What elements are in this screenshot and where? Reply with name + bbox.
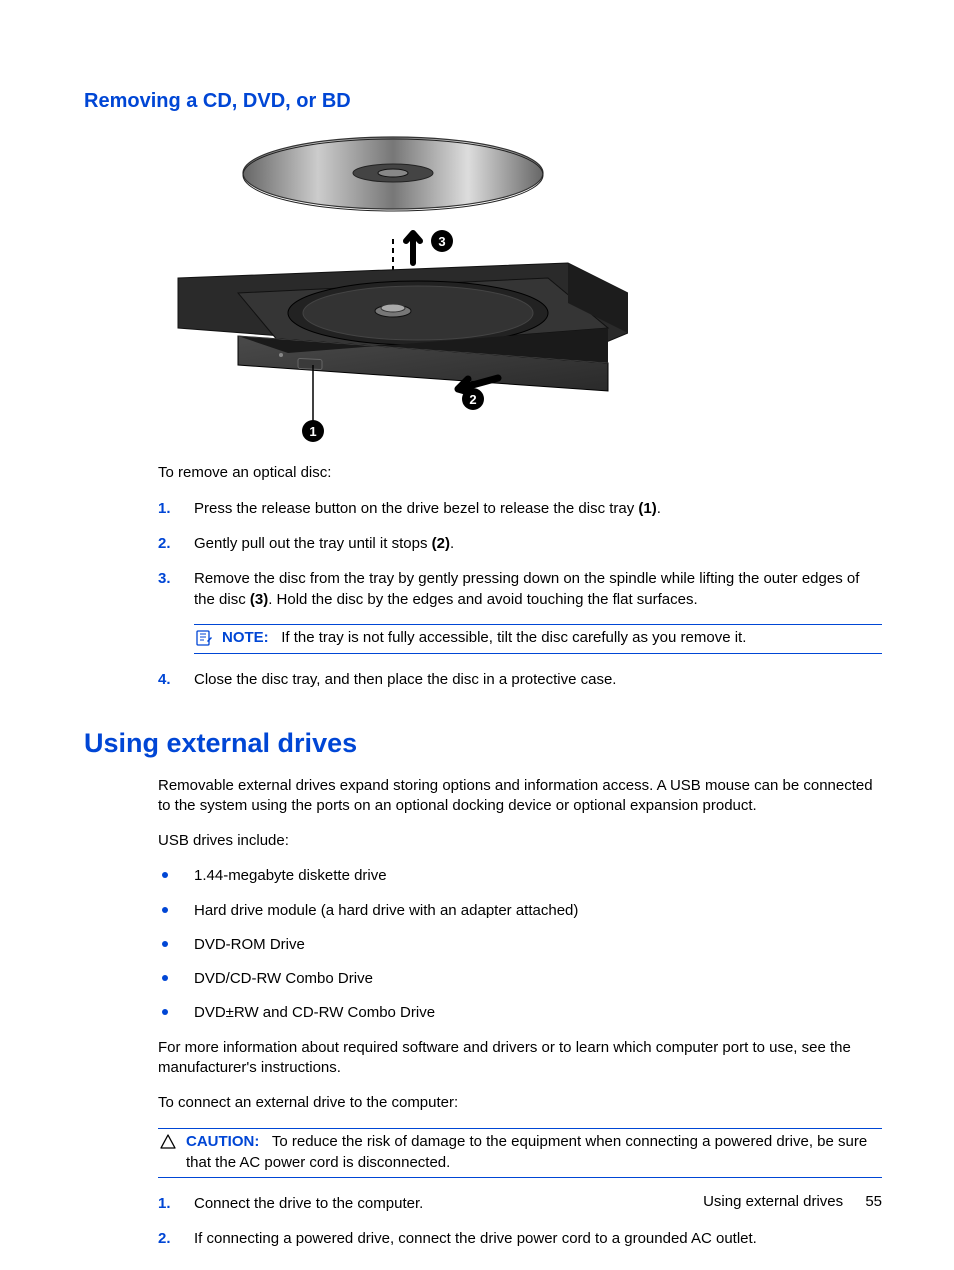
intro-text: To remove an optical disc: — [158, 463, 882, 483]
list-item: 1.44-megabyte diskette drive — [158, 866, 882, 886]
note-icon — [194, 628, 214, 648]
step-1: Press the release button on the drive be… — [158, 498, 882, 519]
list-item: DVD-ROM Drive — [158, 935, 882, 955]
external-para1: Removable external drives expand storing… — [158, 776, 882, 817]
step-4: Close the disc tray, and then place the … — [158, 669, 882, 690]
page-number: 55 — [865, 1193, 882, 1210]
external-para4: To connect an external drive to the comp… — [158, 1093, 882, 1113]
svg-text:1: 1 — [309, 424, 316, 439]
note-label: NOTE: — [222, 629, 269, 646]
list-item: Hard drive module (a hard drive with an … — [158, 901, 882, 921]
note-box: NOTE: If the tray is not fully accessibl… — [194, 624, 882, 653]
external-para3: For more information about required soft… — [158, 1038, 882, 1079]
caution-label: CAUTION: — [186, 1133, 259, 1150]
note-text: If the tray is not fully accessible, til… — [281, 629, 746, 646]
caution-icon — [158, 1132, 178, 1152]
step-2: Gently pull out the tray until it stops … — [158, 533, 882, 554]
step-3: Remove the disc from the tray by gently … — [158, 568, 882, 653]
external-para2: USB drives include: — [158, 831, 882, 851]
footer-title: Using external drives — [703, 1193, 843, 1210]
caution-box: CAUTION: To reduce the risk of damage to… — [158, 1128, 882, 1178]
caution-text: To reduce the risk of damage to the equi… — [186, 1133, 867, 1170]
list-item: DVD±RW and CD-RW Combo Drive — [158, 1003, 882, 1023]
svg-text:2: 2 — [469, 392, 476, 407]
section-heading-external: Using external drives — [84, 728, 882, 759]
usb-drives-list: 1.44-megabyte diskette drive Hard drive … — [158, 866, 882, 1023]
svg-text:3: 3 — [438, 234, 445, 249]
page-footer: Using external drives 55 — [703, 1193, 882, 1210]
removal-steps: Press the release button on the drive be… — [158, 498, 882, 689]
optical-drive-illustration: 3 2 1 — [158, 133, 628, 443]
connect-step-2: If connecting a powered drive, connect t… — [158, 1228, 882, 1249]
list-item: DVD/CD-RW Combo Drive — [158, 969, 882, 989]
section-heading-removing: Removing a CD, DVD, or BD — [84, 90, 882, 113]
